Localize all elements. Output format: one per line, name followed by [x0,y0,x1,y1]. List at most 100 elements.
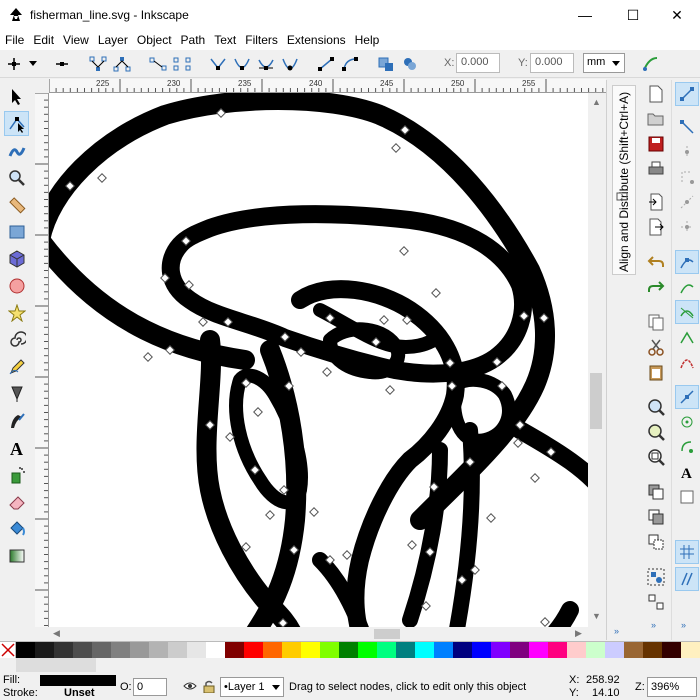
dock-grip-icon[interactable] [616,190,628,204]
delete-node-button[interactable] [52,54,72,74]
color-swatch[interactable] [54,642,73,658]
color-swatch[interactable] [168,642,187,658]
stroke-to-path-button[interactable] [400,54,420,74]
join-nodes-button[interactable] [88,54,108,74]
color-swatch[interactable] [453,642,472,658]
paste-button[interactable] [644,360,668,384]
color-swatch[interactable] [396,642,415,658]
gradient-tool[interactable] [4,543,29,568]
color-swatch[interactable] [434,642,453,658]
path-node[interactable] [540,617,550,627]
path-node[interactable] [265,510,275,520]
show-transform-handles-button[interactable] [640,54,660,74]
enable-snapping-toggle[interactable] [675,82,699,106]
color-swatch[interactable] [358,642,377,658]
zoom-selection-button[interactable] [644,395,668,419]
snap-smooth-nodes-toggle[interactable] [675,350,699,374]
horizontal-scrollbar[interactable]: ◀ ▶ [49,627,588,641]
zoom-tool[interactable] [4,165,29,190]
snap-text-baseline-toggle[interactable]: A [675,460,699,484]
path-node[interactable] [309,507,319,517]
x-coord-input[interactable]: 0.000 [456,53,500,73]
snap-rotation-centers-toggle[interactable] [675,435,699,459]
color-swatch[interactable] [529,642,548,658]
color-swatch[interactable] [187,642,206,658]
snap-nodes-toggle[interactable] [675,250,699,274]
pen-tool[interactable] [4,381,29,406]
join-endnodes-button[interactable] [148,54,168,74]
snap-line-midpoints-toggle[interactable] [675,385,699,409]
pencil-tool[interactable] [4,354,29,379]
zoom-drawing-button[interactable] [644,420,668,444]
color-swatch[interactable] [16,642,35,658]
rectangle-tool[interactable] [4,219,29,244]
color-swatch[interactable] [624,642,643,658]
path-node[interactable] [253,407,263,417]
color-swatch[interactable] [662,642,681,658]
delete-segment-button[interactable] [172,54,192,74]
color-swatch[interactable] [510,642,529,658]
menu-text[interactable]: Text [209,33,240,47]
color-swatch[interactable] [377,642,396,658]
color-swatch[interactable] [491,642,510,658]
snap-intersections-toggle[interactable] [675,300,699,324]
color-swatch[interactable] [567,642,586,658]
color-swatch[interactable] [282,642,301,658]
snap-bbox-center-toggle[interactable] [675,215,699,239]
color-swatch[interactable] [339,642,358,658]
align-distribute-dock-tab[interactable]: Align and Distribute (Shift+Ctrl+A) [612,85,636,275]
color-swatch[interactable] [244,642,263,658]
drawing-canvas[interactable] [49,93,588,627]
more-snap-icon[interactable]: » [681,620,686,630]
segment-to-curve-button[interactable] [340,54,360,74]
color-swatch[interactable] [681,642,700,658]
tweak-tool[interactable] [4,138,29,163]
duplicate-button[interactable] [644,480,668,504]
save-button[interactable] [644,132,668,156]
vertical-scroll-thumb[interactable] [590,373,602,429]
menu-view[interactable]: View [58,33,93,47]
maximize-button[interactable]: ☐ [610,0,656,30]
palette-scrollbar[interactable] [16,658,96,672]
layer-visibility-toggle[interactable] [183,680,197,695]
calligraphy-tool[interactable] [4,408,29,433]
fisherman-line-drawing[interactable] [49,93,588,627]
3d-box-tool[interactable] [4,246,29,271]
paint-bucket-tool[interactable] [4,516,29,541]
snap-page-border-toggle[interactable] [675,485,699,509]
path-node[interactable] [379,315,389,325]
color-swatch[interactable] [149,642,168,658]
print-button[interactable] [644,157,668,181]
make-symmetric-button[interactable] [256,54,276,74]
eraser-tool[interactable] [4,489,29,514]
snap-bbox-corner-toggle[interactable] [675,165,699,189]
vertical-scrollbar[interactable]: ▲ ▼ [588,93,606,627]
snap-grid-toggle[interactable] [675,540,699,564]
clone-button[interactable] [644,505,668,529]
fill-indicator[interactable] [40,675,116,686]
menu-extensions[interactable]: Extensions [282,33,350,47]
make-smooth-button[interactable] [232,54,252,74]
spray-tool[interactable] [4,462,29,487]
selector-tool[interactable] [4,84,29,109]
menu-file[interactable]: File [0,33,28,47]
snap-paths-toggle[interactable] [675,275,699,299]
break-path-button[interactable] [112,54,132,74]
color-swatch[interactable] [472,642,491,658]
snap-guides-toggle[interactable] [675,567,699,591]
undo-button[interactable] [644,250,668,274]
layer-lock-toggle[interactable] [203,680,215,696]
open-button[interactable] [644,107,668,131]
snap-object-centers-toggle[interactable] [675,410,699,434]
close-button[interactable]: ✕ [654,0,700,30]
horizontal-scroll-thumb[interactable] [374,629,400,639]
import-button[interactable] [644,190,668,214]
color-swatch[interactable] [206,642,225,658]
insert-node-button[interactable] [4,54,24,74]
scroll-right-icon[interactable]: ▶ [575,628,582,639]
stroke-indicator[interactable]: Unset [64,687,95,699]
color-swatch[interactable] [263,642,282,658]
path-node[interactable] [143,352,153,362]
scroll-left-icon[interactable]: ◀ [53,628,60,639]
menu-object[interactable]: Object [132,33,176,47]
